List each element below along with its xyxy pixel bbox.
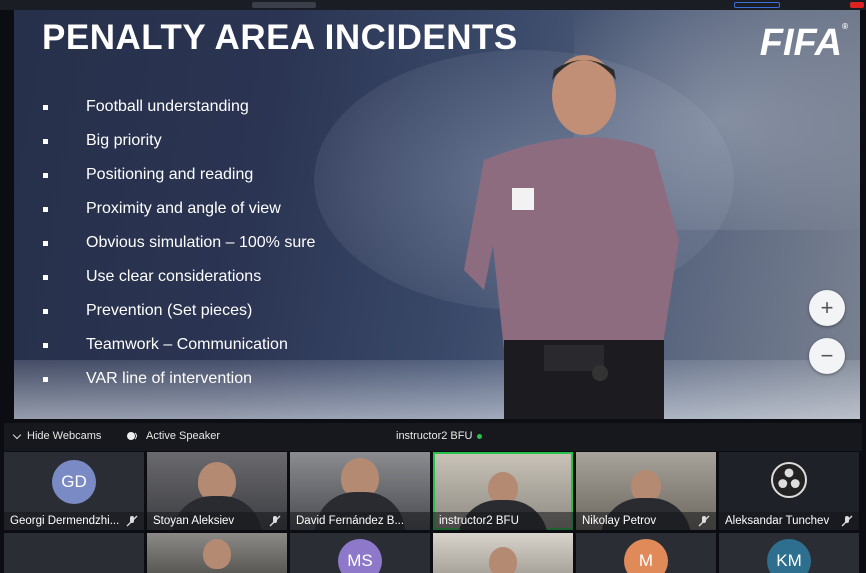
bullet-item: VAR line of intervention	[40, 362, 315, 396]
fifa-logo: FIFA®	[759, 22, 848, 64]
record-indicator	[850, 2, 864, 8]
obs-logo-icon	[771, 462, 807, 498]
participant-name: Georgi Dermendzhi...	[4, 512, 144, 530]
participant-tile[interactable]	[147, 533, 287, 573]
bullet-item: Positioning and reading	[40, 158, 315, 192]
bullet-item: Obvious simulation – 100% sure	[40, 226, 315, 260]
current-presenter: instructor2 BFU	[396, 430, 483, 442]
zoom-in-button[interactable]: +	[809, 290, 845, 326]
chevron-down-icon	[12, 430, 22, 439]
live-dot-icon	[477, 433, 483, 439]
participant-tile[interactable]	[433, 533, 573, 573]
mic-muted-icon	[126, 515, 138, 527]
mic-muted-icon	[269, 515, 281, 527]
bullet-list: Football understanding Big priority Posi…	[40, 90, 315, 396]
plus-icon: +	[820, 295, 834, 320]
avatar: GD	[52, 460, 96, 504]
bullet-item: Big priority	[40, 124, 315, 158]
webcam-grid: GD Georgi Dermendzhi... Stoyan Aleksiev …	[4, 452, 862, 573]
bullet-item: Teamwork – Communication	[40, 328, 315, 362]
avatar: MS	[338, 539, 382, 573]
mic-muted-icon	[841, 515, 853, 527]
bullet-item: Use clear considerations	[40, 260, 315, 294]
active-speaker-label: Active Speaker	[146, 430, 220, 442]
participant-tile[interactable]: Aleksandar Tunchev	[719, 452, 859, 530]
hide-webcams-label: Hide Webcams	[27, 430, 102, 442]
top-control[interactable]	[734, 2, 780, 8]
bullet-item: Football understanding	[40, 90, 315, 124]
participant-tile[interactable]: David Fernández B...	[290, 452, 430, 530]
slide-title: PENALTY AREA INCIDENTS	[42, 18, 518, 57]
presenter-name: instructor2 BFU	[396, 430, 473, 442]
participant-name: Aleksandar Tunchev	[719, 512, 859, 530]
bullet-item: Proximity and angle of view	[40, 192, 315, 226]
avatar: KM	[767, 539, 811, 573]
presentation-slide: PENALTY AREA INCIDENTS FIFA® Football un…	[14, 10, 860, 419]
hide-webcams-button[interactable]: Hide Webcams	[12, 430, 102, 442]
webcam-feed	[203, 539, 231, 569]
participant-name: David Fernández B...	[290, 512, 430, 530]
participant-tile[interactable]	[4, 533, 144, 573]
speaker-bubble-icon	[127, 432, 137, 440]
mic-muted-icon	[698, 515, 710, 527]
participant-tile[interactable]: GD Georgi Dermendzhi...	[4, 452, 144, 530]
window-top-bar	[0, 0, 866, 10]
participant-name: Nikolay Petrov	[576, 512, 716, 530]
webcam-feed	[489, 547, 517, 573]
participant-tile[interactable]: Stoyan Aleksiev	[147, 452, 287, 530]
active-speaker-button[interactable]: Active Speaker	[126, 430, 220, 442]
participant-tile[interactable]: MS	[290, 533, 430, 573]
top-tab[interactable]	[252, 2, 316, 8]
participant-name: Stoyan Aleksiev	[147, 512, 287, 530]
webcam-toolbar: Hide Webcams Active Speaker instructor2 …	[4, 423, 862, 451]
participant-name: instructor2 BFU	[433, 512, 573, 530]
participant-tile[interactable]: KM	[719, 533, 859, 573]
avatar: M	[624, 539, 668, 573]
participant-tile[interactable]: Nikolay Petrov	[576, 452, 716, 530]
zoom-out-button[interactable]: −	[809, 338, 845, 374]
participant-tile[interactable]: instructor2 BFU	[433, 452, 573, 530]
participant-tile[interactable]: M	[576, 533, 716, 573]
referee-photo	[464, 55, 679, 419]
bullet-item: Prevention (Set pieces)	[40, 294, 315, 328]
minus-icon: −	[820, 343, 834, 368]
